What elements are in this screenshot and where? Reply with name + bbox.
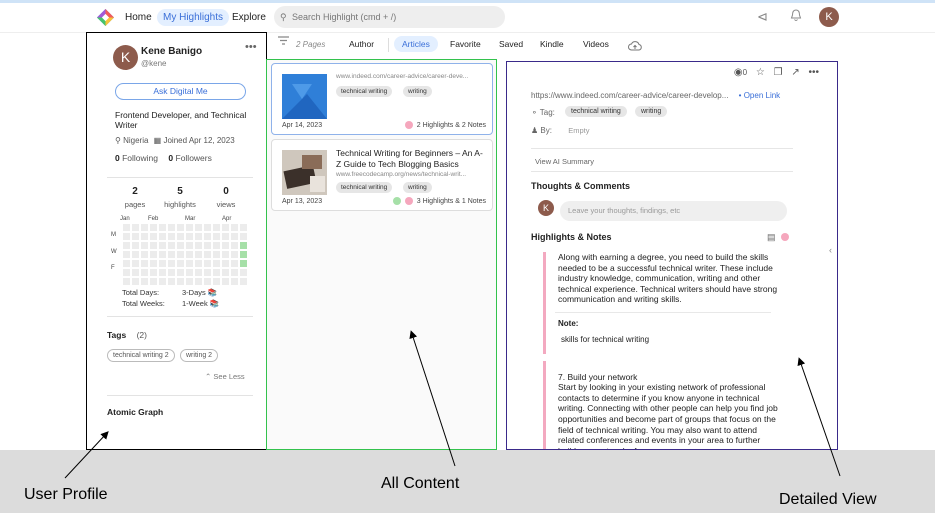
- annotation-user-profile: User Profile: [24, 486, 108, 503]
- annotation-detailed-view: Detailed View: [779, 491, 877, 508]
- annotation-all-content: All Content: [381, 475, 460, 492]
- annotation-arrows: [64, 330, 841, 479]
